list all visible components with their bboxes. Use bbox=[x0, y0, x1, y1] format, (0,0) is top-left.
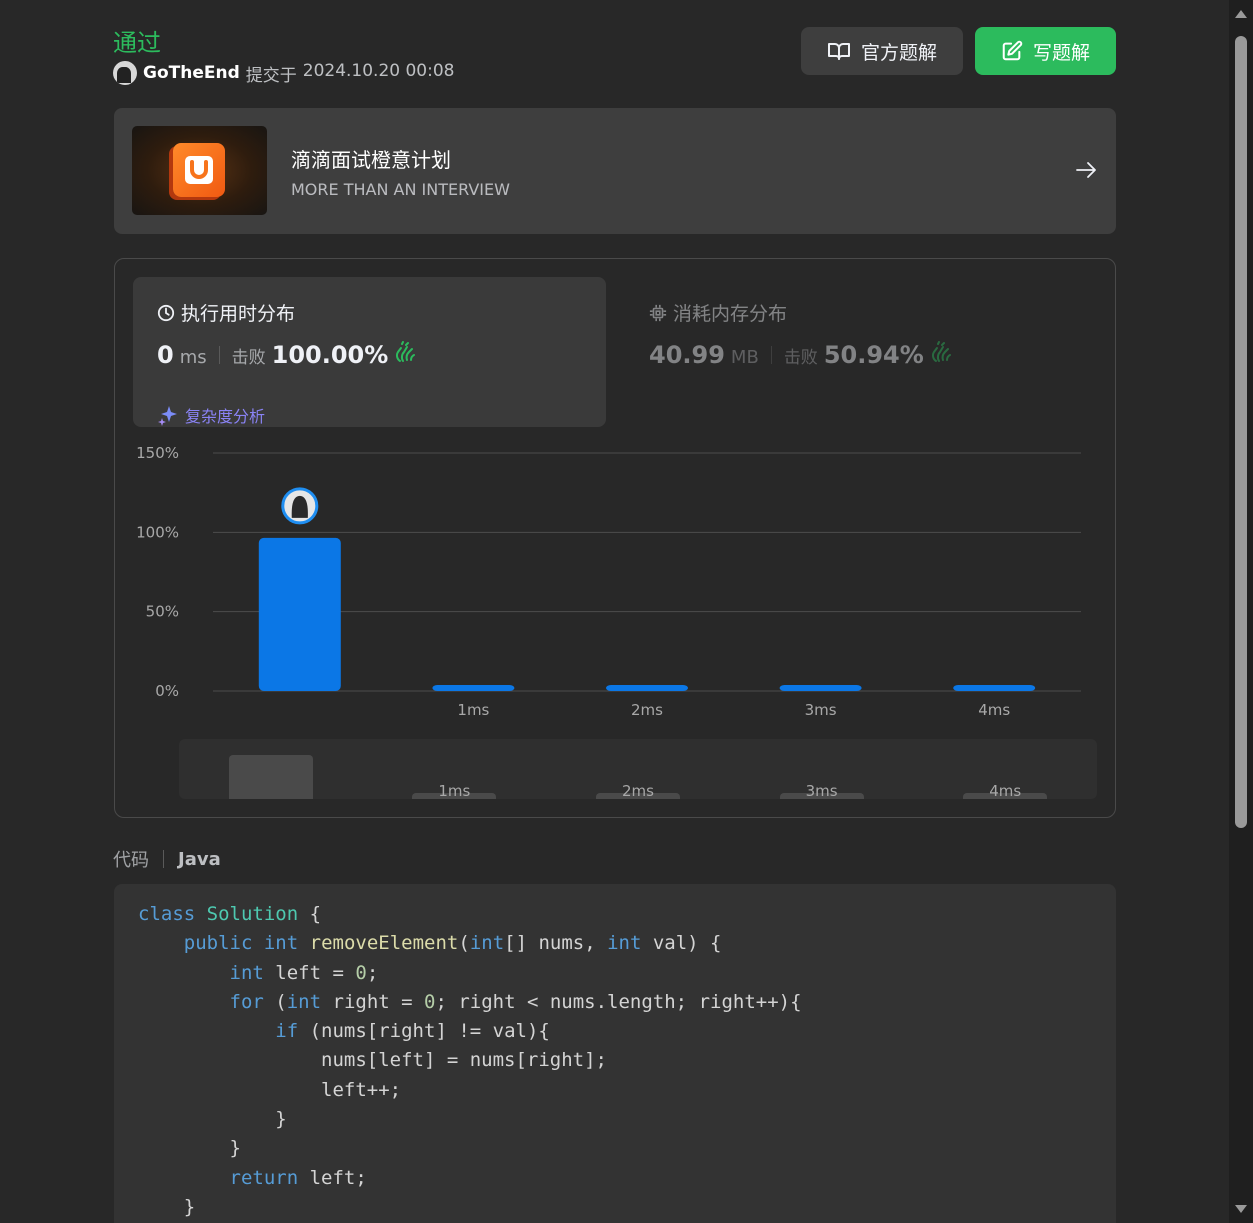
banner-title: 滴滴面试橙意计划 bbox=[291, 148, 451, 172]
minimap-label: 4ms bbox=[989, 782, 1022, 799]
scroll-down-arrow-icon[interactable] bbox=[1235, 1205, 1247, 1213]
runtime-title: 执行用时分布 bbox=[157, 299, 295, 326]
code-text: class Solution { public int removeElemen… bbox=[138, 903, 802, 1218]
scroll-up-arrow-icon[interactable] bbox=[1235, 10, 1247, 18]
memory-beat-label: 击败 bbox=[783, 348, 818, 368]
book-open-icon bbox=[827, 43, 850, 60]
runtime-title-text: 执行用时分布 bbox=[181, 303, 296, 325]
minimap-label: 1ms bbox=[438, 782, 471, 799]
runtime-value: 0 bbox=[157, 341, 174, 369]
promo-banner[interactable]: 滴滴面试橙意计划 MORE THAN AN INTERVIEW bbox=[114, 108, 1116, 234]
histogram-bar bbox=[432, 685, 515, 691]
clock-icon bbox=[157, 304, 175, 321]
submission-status: 通过 bbox=[113, 29, 161, 57]
arrow-right-icon bbox=[1076, 162, 1096, 178]
memory-title: 消耗内存分布 bbox=[649, 299, 787, 326]
chip-icon bbox=[649, 304, 667, 321]
x-tick-label: 4ms bbox=[978, 701, 1010, 719]
code-block[interactable]: class Solution { public int removeElemen… bbox=[114, 884, 1116, 1223]
official-solution-button[interactable]: 官方题解 bbox=[801, 27, 963, 75]
divider bbox=[770, 346, 772, 364]
banner-thumbnail bbox=[132, 126, 267, 215]
clapping-hands-icon bbox=[931, 341, 951, 362]
didi-logo-icon bbox=[173, 143, 225, 197]
minimap-bar bbox=[228, 755, 313, 799]
complexity-analysis-label: 复杂度分析 bbox=[185, 407, 266, 426]
write-solution-button[interactable]: 写题解 bbox=[975, 27, 1116, 75]
minimap-label: 3ms bbox=[805, 782, 838, 799]
memory-values: 40.99 MB 击败 50.94% bbox=[649, 341, 952, 369]
banner-subtitle: MORE THAN AN INTERVIEW bbox=[291, 180, 510, 199]
runtime-distribution-chart[interactable]: 0% 50% 100% 150% 1ms 2ms 3ms 4ms bbox=[133, 439, 1097, 729]
histogram-bar bbox=[779, 685, 862, 691]
x-tick-label: 1ms bbox=[457, 701, 489, 719]
histogram-bar bbox=[606, 685, 688, 691]
x-tick-label: 3ms bbox=[805, 701, 837, 719]
y-tick-label: 100% bbox=[136, 523, 179, 541]
submitter-info: GoTheEnd 提交于 2024.10.20 00:08 bbox=[113, 60, 454, 86]
clapping-hands-icon bbox=[396, 341, 416, 362]
memory-beat-percent: 50.94% bbox=[823, 341, 924, 369]
y-tick-label: 50% bbox=[146, 603, 179, 621]
memory-unit: MB bbox=[730, 347, 759, 368]
submitted-label: 提交于 bbox=[245, 65, 297, 86]
page-scrollbar[interactable] bbox=[1229, 0, 1253, 1223]
submitted-time: 2024.10.20 00:08 bbox=[302, 60, 455, 81]
submission-meta: 提交于 2024.10.20 00:08 bbox=[246, 61, 455, 86]
y-tick-label: 0% bbox=[155, 682, 179, 700]
divider bbox=[218, 346, 220, 364]
official-solution-label: 官方题解 bbox=[860, 41, 937, 64]
write-solution-label: 写题解 bbox=[1032, 41, 1090, 64]
user-avatar[interactable] bbox=[113, 61, 137, 85]
runtime-unit: ms bbox=[179, 347, 207, 368]
runtime-values: 0 ms 击败 100.00% bbox=[157, 341, 416, 369]
edit-square-icon bbox=[1002, 40, 1023, 61]
scroll-thumb[interactable] bbox=[1235, 36, 1247, 828]
code-language: Java bbox=[178, 848, 221, 870]
chart-range-navigator[interactable]: 1ms 2ms 3ms 4ms bbox=[179, 739, 1097, 799]
runtime-tile[interactable]: 执行用时分布 0 ms 击败 100.00% 复杂度分析 bbox=[133, 277, 606, 427]
code-section-header: 代码 Java bbox=[113, 846, 221, 872]
performance-card: 执行用时分布 0 ms 击败 100.00% 复杂度分析 消耗内存分布 40.9… bbox=[114, 258, 1116, 818]
histogram-bar bbox=[953, 685, 1036, 691]
x-tick-label: 2ms bbox=[631, 701, 663, 719]
runtime-beat-percent: 100.00% bbox=[271, 341, 389, 369]
sparkle-icon bbox=[158, 406, 177, 426]
submission-detail-panel: 通过 GoTheEnd 提交于 2024.10.20 00:08 官方题解 写题… bbox=[0, 0, 1229, 1223]
memory-value: 40.99 bbox=[649, 341, 725, 369]
minimap-label: 2ms bbox=[622, 782, 654, 799]
code-label: 代码 bbox=[113, 850, 149, 871]
divider bbox=[163, 850, 164, 868]
memory-title-text: 消耗内存分布 bbox=[673, 303, 788, 325]
username-link[interactable]: GoTheEnd bbox=[143, 63, 240, 83]
memory-tile[interactable]: 消耗内存分布 40.99 MB 击败 50.94% bbox=[625, 277, 1098, 427]
histogram-bar bbox=[258, 537, 341, 691]
y-tick-label: 150% bbox=[136, 444, 179, 462]
runtime-beat-label: 击败 bbox=[231, 348, 266, 368]
complexity-analysis-link[interactable]: 复杂度分析 bbox=[157, 403, 265, 427]
